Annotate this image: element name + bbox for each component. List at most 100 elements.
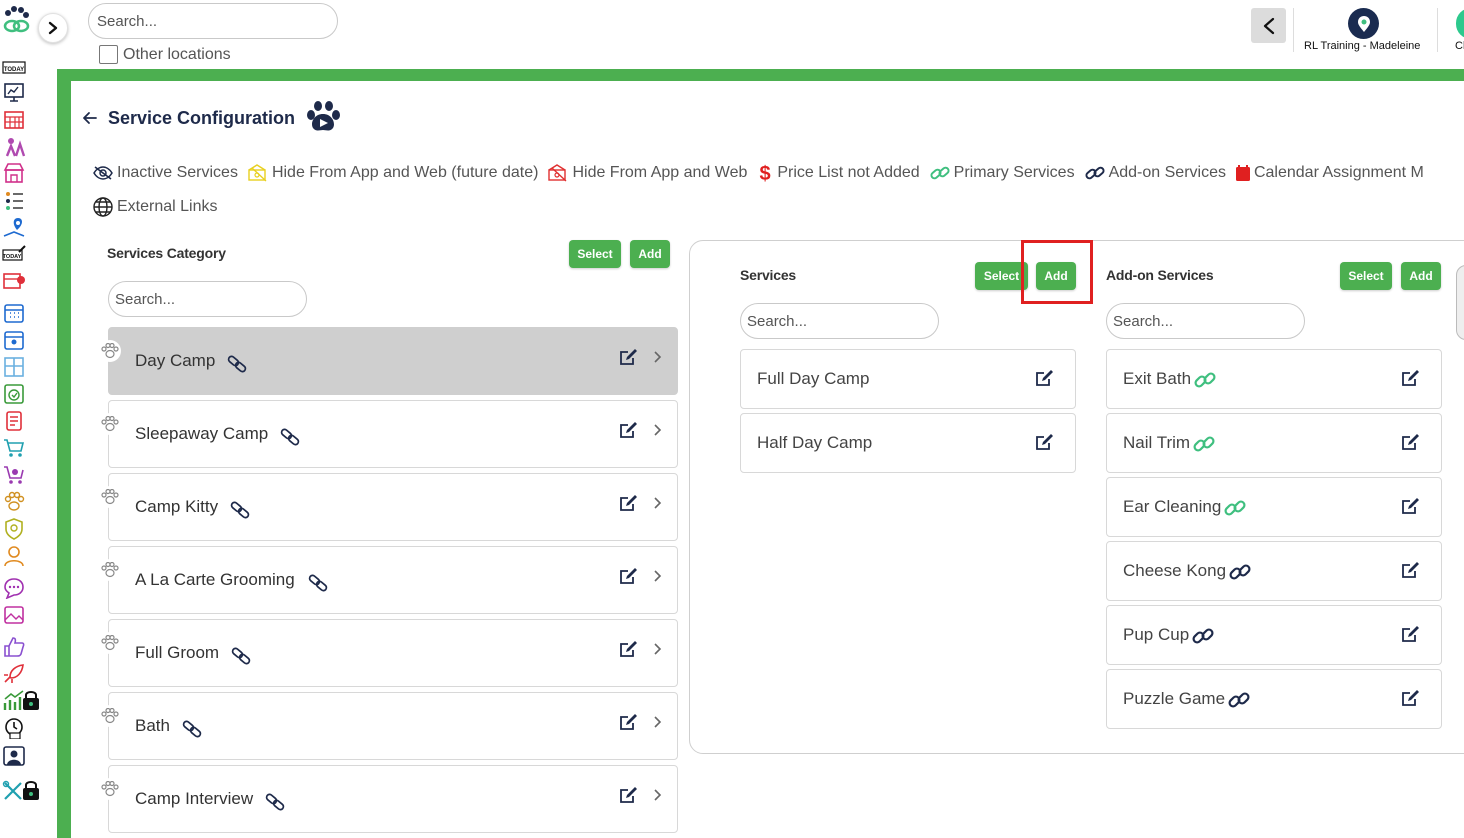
category-card[interactable]: A La Carte Grooming — [99, 546, 678, 614]
thumbs-up-icon[interactable] — [2, 636, 26, 658]
edit-category-button[interactable] — [619, 348, 638, 372]
edit-category-button[interactable] — [619, 494, 638, 518]
calendar-icon[interactable] — [2, 302, 26, 324]
open-category-button[interactable] — [652, 423, 662, 442]
rocket-icon[interactable] — [2, 663, 26, 685]
edit-addon-button[interactable] — [1401, 433, 1420, 457]
open-category-button[interactable] — [652, 715, 662, 734]
addons-add-button[interactable]: Add — [1401, 262, 1441, 290]
calendar-check-icon[interactable] — [2, 270, 26, 292]
paw-play-icon[interactable] — [305, 101, 343, 135]
time-clock-icon[interactable] — [2, 717, 26, 740]
app-logo-icon[interactable] — [1, 4, 31, 36]
chat-icon[interactable] — [2, 577, 26, 600]
open-category-button[interactable] — [652, 496, 662, 515]
location-pin-icon[interactable] — [1348, 8, 1379, 39]
pets-icon[interactable] — [2, 136, 26, 158]
category-card[interactable]: Sleepaway Camp — [99, 400, 678, 468]
edit-addon-button[interactable] — [1401, 369, 1420, 393]
service-card[interactable]: Half Day Camp — [740, 413, 1076, 473]
layout-grid-icon[interactable] — [2, 356, 26, 378]
category-add-button[interactable]: Add — [630, 240, 670, 268]
edit-icon[interactable] — [619, 348, 638, 367]
pet-cart-icon[interactable] — [2, 464, 26, 486]
back-arrow-icon[interactable] — [82, 110, 98, 126]
chevron-right-icon[interactable] — [652, 350, 662, 364]
edit-category-button[interactable] — [619, 640, 638, 664]
collapse-panel-button[interactable] — [1251, 8, 1286, 43]
edit-icon[interactable] — [619, 494, 638, 513]
edit-icon[interactable] — [619, 786, 638, 805]
addon-card[interactable]: Cheese Kong — [1106, 541, 1442, 601]
edit-service-button[interactable] — [1035, 369, 1054, 393]
edit-icon[interactable] — [1401, 561, 1420, 580]
expand-sidebar-button[interactable] — [38, 13, 68, 43]
edit-category-button[interactable] — [619, 713, 638, 737]
check-calendar-icon[interactable] — [2, 383, 26, 405]
edit-icon[interactable] — [619, 567, 638, 586]
addons-search-input[interactable] — [1106, 303, 1305, 339]
map-pin-icon[interactable] — [2, 216, 26, 238]
addon-card[interactable]: Exit Bath — [1106, 349, 1442, 409]
today-edit-icon[interactable]: TODAY — [2, 244, 26, 266]
chevron-right-icon[interactable] — [652, 569, 662, 583]
edit-category-button[interactable] — [619, 567, 638, 591]
panel-scroll-handle[interactable] — [1456, 265, 1464, 340]
category-card[interactable]: Full Groom — [99, 619, 678, 687]
next-location-name[interactable]: Cl — [1455, 40, 1464, 52]
service-card[interactable]: Full Day Camp — [740, 349, 1076, 409]
forms-icon[interactable] — [2, 410, 26, 432]
category-search-input[interactable] — [108, 281, 307, 317]
gallery-icon[interactable] — [2, 604, 26, 626]
addon-card[interactable]: Ear Cleaning — [1106, 477, 1442, 537]
category-card[interactable]: Camp Interview — [99, 765, 678, 833]
today-icon[interactable]: TODAY — [2, 58, 26, 80]
edit-icon[interactable] — [619, 713, 638, 732]
cart-icon[interactable] — [2, 437, 26, 459]
edit-icon[interactable] — [619, 640, 638, 659]
open-category-button[interactable] — [652, 642, 662, 661]
store-icon[interactable] — [2, 162, 26, 184]
services-search-input[interactable] — [740, 303, 939, 339]
chevron-right-icon[interactable] — [652, 715, 662, 729]
addon-card[interactable]: Puzzle Game — [1106, 669, 1442, 729]
staff-icon[interactable] — [2, 745, 26, 767]
paw-icon[interactable] — [2, 491, 26, 513]
global-search-input[interactable] — [88, 3, 338, 39]
edit-addon-button[interactable] — [1401, 561, 1420, 585]
addons-select-button[interactable]: Select — [1340, 262, 1392, 290]
addon-card[interactable]: Nail Trim — [1106, 413, 1442, 473]
chevron-right-icon[interactable] — [652, 423, 662, 437]
edit-icon[interactable] — [1035, 433, 1054, 452]
edit-category-button[interactable] — [619, 786, 638, 810]
other-locations-checkbox[interactable] — [99, 45, 118, 64]
edit-category-button[interactable] — [619, 421, 638, 445]
edit-icon[interactable] — [1401, 369, 1420, 388]
edit-addon-button[interactable] — [1401, 625, 1420, 649]
addon-card[interactable]: Pup Cup — [1106, 605, 1442, 665]
list-people-icon[interactable] — [2, 190, 26, 212]
dashboard-icon[interactable] — [2, 82, 26, 104]
calendar-person-icon[interactable] — [2, 329, 26, 351]
edit-addon-button[interactable] — [1401, 497, 1420, 521]
category-select-button[interactable]: Select — [569, 240, 621, 268]
open-category-button[interactable] — [652, 350, 662, 369]
calendar-grid-icon[interactable] — [2, 109, 26, 131]
edit-icon[interactable] — [619, 421, 638, 440]
next-location-icon[interactable] — [1456, 8, 1464, 39]
edit-addon-button[interactable] — [1401, 689, 1420, 713]
category-card[interactable]: Day Camp — [99, 327, 678, 395]
open-category-button[interactable] — [652, 788, 662, 807]
edit-icon[interactable] — [1401, 497, 1420, 516]
chevron-right-icon[interactable] — [652, 788, 662, 802]
chevron-right-icon[interactable] — [652, 642, 662, 656]
edit-icon[interactable] — [1401, 689, 1420, 708]
edit-icon[interactable] — [1401, 433, 1420, 452]
current-location-name[interactable]: RL Training - Madeleine — [1304, 40, 1420, 52]
edit-service-button[interactable] — [1035, 433, 1054, 457]
edit-icon[interactable] — [1401, 625, 1420, 644]
edit-icon[interactable] — [1035, 369, 1054, 388]
user-icon[interactable] — [2, 545, 26, 567]
chevron-right-icon[interactable] — [652, 496, 662, 510]
category-card[interactable]: Camp Kitty — [99, 473, 678, 541]
